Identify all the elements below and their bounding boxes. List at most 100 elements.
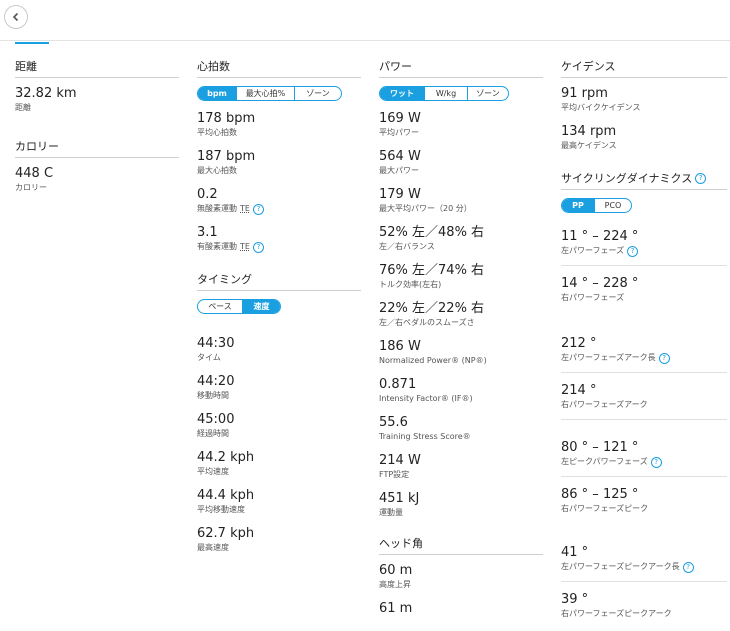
stat-avg-hr: 178 bpm 平均心拍数 xyxy=(197,111,361,139)
stat-value: 41 ° xyxy=(561,545,589,560)
stat-max-speed: 62.7 kph 最高速度 xyxy=(197,526,361,554)
stat-left-peak-power-phase: 80 ° – 121 ° 左ピークパワーフェーズ ? xyxy=(561,440,727,468)
stat-time: 44:30 タイム xyxy=(197,336,361,364)
stat-value: 44.4 kph xyxy=(197,488,255,503)
stat-value: 212 ° xyxy=(561,336,597,351)
stat-label: 無酸素運動 xyxy=(197,204,237,213)
stat-value: 179 W xyxy=(379,187,421,202)
stat-avg-cadence: 91 rpm 平均バイクケイデンス xyxy=(561,86,727,114)
active-tab-indicator xyxy=(15,42,49,44)
stat-value: 44.2 kph xyxy=(197,450,255,465)
heart-rate-unit-toggle: bpm 最大心拍% ゾーン xyxy=(197,86,342,101)
stat-value: 44:20 xyxy=(197,374,235,389)
stat-value: 76% 左／74% 右 xyxy=(379,263,485,278)
stat-label: 右パワーフェーズピーク xyxy=(561,504,649,513)
stat-value: 187 bpm xyxy=(197,149,256,164)
cadence-title: ケイデンス xyxy=(561,58,727,78)
seg-zone[interactable]: ゾーン xyxy=(294,87,341,100)
te-label: TE xyxy=(240,204,250,213)
power-title: パワー xyxy=(379,58,543,78)
dynamics-title: サイクリングダイナミクス xyxy=(561,172,693,185)
stat-value: 55.6 xyxy=(379,415,408,430)
seg-bpm[interactable]: bpm xyxy=(198,87,236,100)
stat-right-power-phase-arc: 214 ° 右パワーフェーズアーク xyxy=(561,383,727,411)
stat-label: 平均速度 xyxy=(197,467,229,476)
help-icon[interactable]: ? xyxy=(252,241,264,253)
stat-value: 39 ° xyxy=(561,592,589,607)
back-button[interactable] xyxy=(4,5,28,29)
stat-value: 60 m xyxy=(379,563,413,578)
stat-value: 80 ° – 121 ° xyxy=(561,440,639,455)
power-unit-toggle: ワット W/kg ゾーン xyxy=(379,86,509,101)
help-icon[interactable]: ? xyxy=(682,561,694,573)
stat-label: 右パワーフェーズピークアーク xyxy=(561,609,672,618)
stat-label: 左パワーフェーズ xyxy=(561,246,625,255)
stat-avg-power: 169 W 平均パワー xyxy=(379,111,543,139)
stat-label: 左パワーフェーズアーク長 xyxy=(561,353,656,362)
divider xyxy=(561,476,727,477)
stat-label-row: 左パワーフェーズアーク長 ? xyxy=(561,352,727,364)
stat-label: タイム xyxy=(197,353,221,362)
stat-label: カロリー xyxy=(15,183,47,192)
stat-label-row: 無酸素運動 TE ? xyxy=(197,203,361,215)
stat-label: 左／右ペダルのスムーズさ xyxy=(379,318,475,327)
stat-max-power: 564 W 最大パワー xyxy=(379,149,543,177)
stat-label: 平均心拍数 xyxy=(197,128,237,137)
stat-label-row: 左パワーフェーズ ? xyxy=(561,245,727,257)
stat-value: 45:00 xyxy=(197,412,235,427)
calories-title: カロリー xyxy=(15,138,179,158)
timing-title: タイミング xyxy=(197,271,361,291)
stat-lr-balance: 52% 左／48% 右 左／右バランス xyxy=(379,225,543,253)
timing-unit-toggle: ペース 速度 xyxy=(197,299,281,314)
help-icon[interactable]: ? xyxy=(252,203,264,215)
stat-label: 最大平均パワー（20 分） xyxy=(379,204,472,213)
stat-label: 右パワーフェーズアーク xyxy=(561,400,648,409)
stat-torque-effectiveness: 76% 左／74% 右 トルク効率(左右) xyxy=(379,263,543,291)
seg-zone[interactable]: ゾーン xyxy=(467,87,508,100)
stat-value: 91 rpm xyxy=(561,86,608,101)
stat-left-power-phase-arc: 212 ° 左パワーフェーズアーク長 ? xyxy=(561,336,727,364)
divider xyxy=(561,419,727,420)
stat-label: 最高速度 xyxy=(197,543,229,552)
stat-value: 0.871 xyxy=(379,377,417,392)
calories-stat: 448 C カロリー xyxy=(15,166,179,194)
divider xyxy=(561,265,727,266)
stat-value: 451 kJ xyxy=(379,491,420,506)
stat-label: Normalized Power® (NP®) xyxy=(379,356,487,365)
help-icon[interactable]: ? xyxy=(658,352,670,364)
dynamics-toggle: PP PCO xyxy=(561,198,632,213)
stat-right-peak-power-phase: 86 ° – 125 ° 右パワーフェーズピーク xyxy=(561,487,727,515)
stat-label: 左ピークパワーフェーズ xyxy=(561,457,648,466)
stat-normalized-power: 186 W Normalized Power® (NP®) xyxy=(379,339,543,367)
stat-value: 86 ° – 125 ° xyxy=(561,487,639,502)
seg-wkg[interactable]: W/kg xyxy=(424,87,467,100)
seg-watt[interactable]: ワット xyxy=(380,87,424,100)
seg-speed[interactable]: 速度 xyxy=(242,300,280,313)
stat-label: 距離 xyxy=(15,103,31,112)
stat-label: 左パワーフェーズピークアーク長 xyxy=(561,562,680,571)
help-icon[interactable]: ? xyxy=(695,172,707,184)
stat-label: 最高ケイデンス xyxy=(561,141,617,150)
stat-avg-moving-speed: 44.4 kph 平均移動速度 xyxy=(197,488,361,516)
help-icon[interactable]: ? xyxy=(650,456,662,468)
stat-label: 移動時間 xyxy=(197,391,229,400)
stat-label: 平均パワー xyxy=(379,128,419,137)
head-angle-title: ヘッド角 xyxy=(379,535,543,555)
help-icon[interactable]: ? xyxy=(627,245,639,257)
stat-value: 214 ° xyxy=(561,383,597,398)
stat-value: 448 C xyxy=(15,166,54,181)
seg-pace[interactable]: ペース xyxy=(198,300,242,313)
stat-value: 11 ° – 224 ° xyxy=(561,229,639,244)
seg-pp[interactable]: PP xyxy=(562,199,594,212)
stat-value: 0.2 xyxy=(197,187,218,202)
column-4: ケイデンス 91 rpm 平均バイクケイデンス 134 rpm 最高ケイデンス … xyxy=(561,58,727,630)
stat-aerobic-te: 3.1 有酸素運動 TE ? xyxy=(197,225,361,253)
seg-max-hr[interactable]: 最大心拍% xyxy=(236,87,294,100)
seg-pco[interactable]: PCO xyxy=(594,199,631,212)
stat-value: 32.82 km xyxy=(15,86,77,101)
stat-label: 運動量 xyxy=(379,508,403,517)
stat-max-cadence: 134 rpm 最高ケイデンス xyxy=(561,124,727,152)
te-label: TE xyxy=(240,242,250,251)
stat-anaerobic-te: 0.2 無酸素運動 TE ? xyxy=(197,187,361,215)
stat-label: トルク効率(左右) xyxy=(379,280,442,289)
